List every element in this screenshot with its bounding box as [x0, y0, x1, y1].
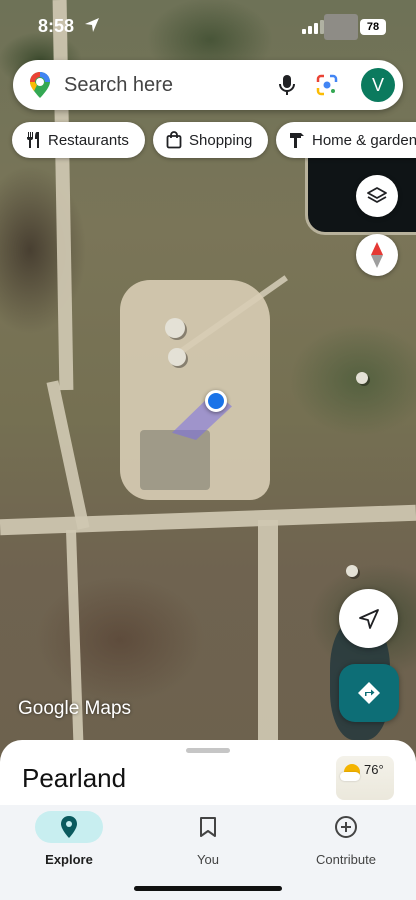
- chip-shopping[interactable]: Shopping: [153, 122, 268, 158]
- facility-pad: [140, 430, 210, 490]
- cloud-icon: [340, 772, 360, 781]
- clock: 8:58: [38, 16, 75, 36]
- layers-button[interactable]: [356, 175, 398, 217]
- chip-label: Shopping: [189, 131, 253, 149]
- google-maps-attribution: Google Maps: [18, 698, 132, 719]
- chip-home-garden[interactable]: Home & garden: [276, 122, 416, 158]
- location-services-icon: [85, 18, 99, 32]
- satellite-map[interactable]: [0, 0, 416, 760]
- map-road: [65, 529, 85, 760]
- directions-icon: [358, 682, 380, 704]
- shopping-bag-icon: [166, 131, 182, 149]
- storage-tank: [346, 565, 358, 577]
- storage-tank: [168, 348, 186, 366]
- map-road: [258, 520, 278, 760]
- current-location-dot[interactable]: [205, 390, 227, 412]
- chip-restaurants[interactable]: Restaurants: [12, 122, 145, 158]
- tab-contribute[interactable]: Contribute: [286, 805, 406, 867]
- search-input[interactable]: Search here: [64, 74, 173, 97]
- storage-tank: [356, 372, 368, 384]
- storage-tank: [165, 318, 185, 338]
- chip-label: Home & garden: [312, 131, 416, 149]
- my-location-button[interactable]: [339, 589, 398, 648]
- google-maps-pin-icon: [30, 72, 50, 98]
- sheet-drag-handle[interactable]: [186, 748, 230, 753]
- tab-label: You: [197, 852, 219, 867]
- status-bar: 8:58 78: [0, 0, 416, 52]
- compass-icon: [371, 242, 383, 268]
- tab-label: Explore: [45, 852, 93, 867]
- hammer-icon: [290, 133, 304, 148]
- chip-label: Restaurants: [48, 131, 129, 149]
- map-road: [46, 380, 90, 530]
- compass-button[interactable]: [356, 234, 398, 276]
- redacted-status-area: [324, 14, 358, 40]
- map-road: [0, 504, 416, 536]
- temperature: 76°: [364, 762, 384, 777]
- bookmark-icon: [200, 817, 216, 837]
- tab-explore[interactable]: Explore: [9, 805, 129, 867]
- account-avatar[interactable]: V: [361, 68, 395, 102]
- battery-indicator: 78: [360, 19, 386, 35]
- navigation-arrow-icon: [358, 608, 379, 629]
- search-bar[interactable]: Search here V: [13, 60, 403, 110]
- pin-icon: [61, 816, 77, 838]
- layers-icon: [367, 187, 387, 203]
- tab-you[interactable]: You: [148, 805, 268, 867]
- place-title: Pearland: [22, 763, 127, 793]
- tab-label: Contribute: [316, 852, 376, 867]
- cellular-signal-icon: [302, 20, 324, 34]
- directions-button[interactable]: [339, 664, 399, 722]
- plus-circle-icon: [335, 816, 357, 838]
- fork-knife-icon: [27, 132, 39, 148]
- map-road: [52, 0, 74, 391]
- google-lens-icon[interactable]: [315, 73, 339, 97]
- microphone-icon[interactable]: [275, 73, 299, 97]
- home-indicator[interactable]: [134, 886, 282, 891]
- weather-chip[interactable]: 76°: [336, 756, 394, 800]
